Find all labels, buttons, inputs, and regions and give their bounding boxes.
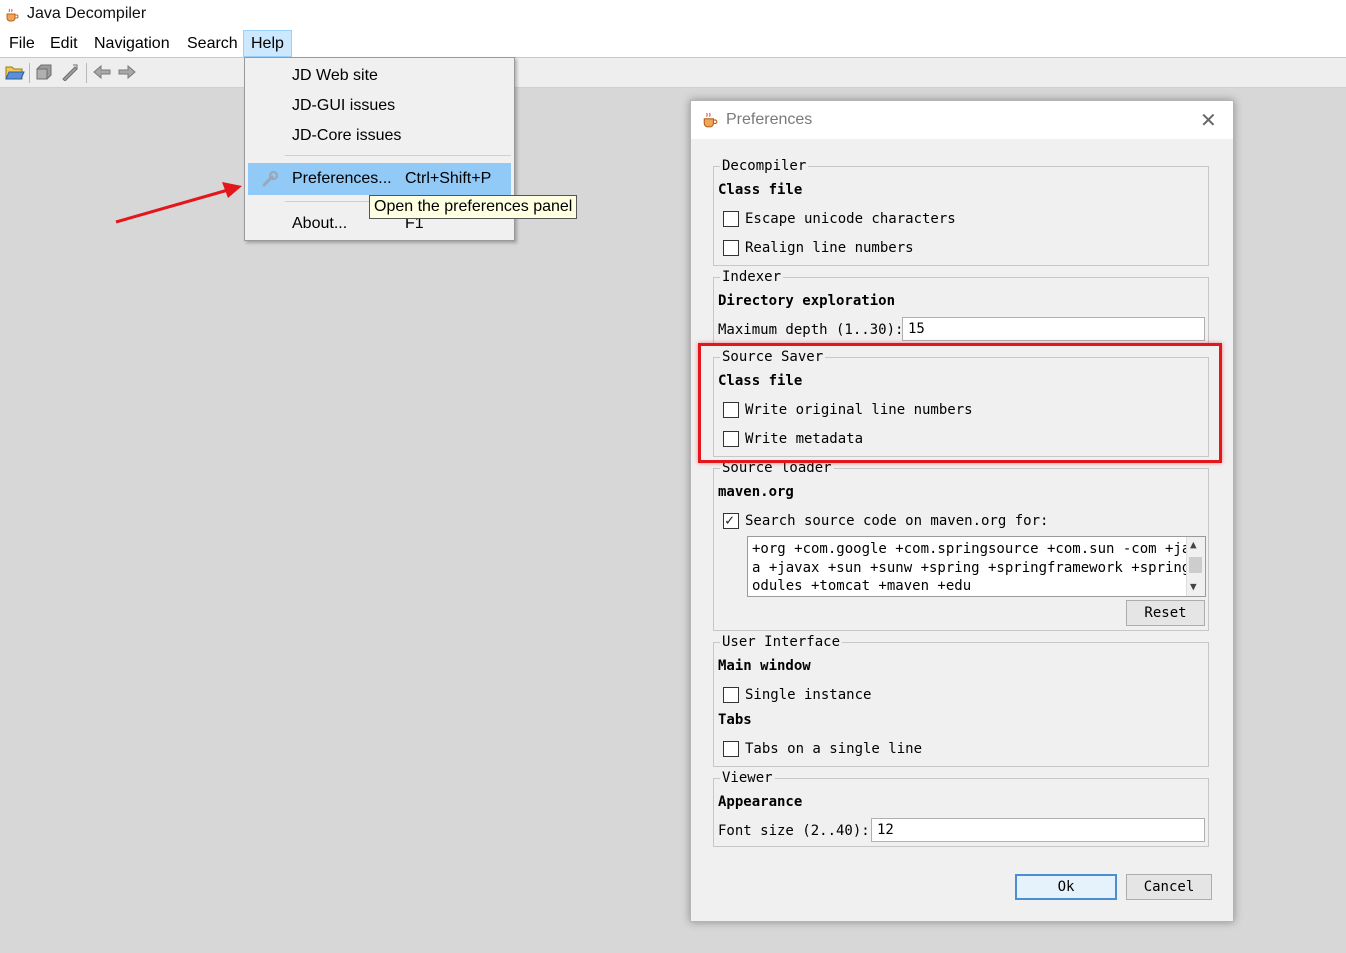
group-title: User Interface [720, 634, 843, 650]
group-subtitle: Appearance [718, 794, 803, 810]
reset-button[interactable]: Reset [1126, 600, 1205, 626]
indexer-group: Indexer Directory exploration Maximum de… [713, 269, 1209, 345]
toolbar-separator [29, 63, 30, 83]
forward-arrow-icon[interactable] [117, 63, 137, 81]
group-title: Decompiler [720, 158, 809, 174]
menu-item-label: JD Web site [292, 67, 378, 84]
checkbox-label: Write metadata [745, 431, 864, 447]
open-file-icon[interactable] [5, 63, 25, 81]
group-title: Viewer [720, 770, 775, 786]
menu-item-label: About... [292, 215, 348, 232]
maven-patterns-textarea[interactable]: +org +com.google +com.springsource +com.… [747, 536, 1206, 597]
toolbar-separator [86, 63, 87, 83]
scroll-down-icon[interactable]: ▼ [1190, 580, 1197, 593]
group-title: Source loader [720, 460, 834, 476]
wrench-icon [262, 170, 279, 187]
max-depth-label: Maximum depth (1..30): [718, 322, 904, 338]
menu-separator [285, 155, 511, 156]
close-icon[interactable]: ✕ [1200, 108, 1217, 133]
user-interface-group: User Interface Main window Single instan… [713, 634, 1209, 767]
scroll-up-icon[interactable]: ▲ [1190, 538, 1197, 551]
source-loader-group: Source loader maven.org ✓ Search source … [713, 460, 1209, 631]
group-subtitle: Class file [718, 373, 803, 389]
coffee-cup-icon [6, 8, 19, 22]
write-metadata-checkbox[interactable] [723, 431, 739, 447]
checkbox-label: Realign line numbers [745, 240, 914, 256]
tooltip: Open the preferences panel [369, 195, 578, 219]
menu-item-label: JD-GUI issues [292, 97, 396, 114]
menu-item-jd-core-issues[interactable]: JD-Core issues [245, 121, 514, 151]
menu-edit[interactable]: Edit [43, 33, 85, 55]
preferences-dialog: Preferences ✕ Decompiler Class file Esca… [690, 100, 1234, 922]
menu-item-preferences[interactable]: Preferences... Ctrl+Shift+P [248, 163, 511, 195]
group-subtitle: Class file [718, 182, 803, 198]
save-all-icon[interactable] [60, 63, 80, 81]
cancel-button[interactable]: Cancel [1126, 874, 1212, 900]
dialog-title: Preferences [726, 111, 813, 128]
window-title-bar: Java Decompiler [0, 0, 1346, 30]
checkbox-label: Single instance [745, 687, 872, 703]
checkbox-label: Tabs on a single line [745, 741, 923, 757]
back-arrow-icon[interactable] [92, 63, 112, 81]
menu-item-accelerator: Ctrl+Shift+P [405, 170, 492, 187]
decompiler-group: Decompiler Class file Escape unicode cha… [713, 158, 1209, 266]
menu-file[interactable]: File [2, 33, 42, 55]
menu-item-label: Preferences... [292, 170, 392, 187]
menu-item-label: JD-Core issues [292, 127, 402, 144]
menu-navigation[interactable]: Navigation [87, 33, 177, 55]
menu-search[interactable]: Search [180, 33, 245, 55]
menu-item-jd-gui-issues[interactable]: JD-GUI issues [245, 91, 514, 121]
coffee-cup-icon [703, 112, 718, 128]
menu-item-jd-web-site[interactable]: JD Web site [245, 61, 514, 91]
toolbar [0, 58, 1346, 88]
group-subtitle: Tabs [718, 712, 752, 728]
group-title: Indexer [720, 269, 784, 285]
group-subtitle: maven.org [718, 484, 794, 500]
realign-line-numbers-checkbox[interactable] [723, 240, 739, 256]
checkmark-icon: ✓ [725, 511, 735, 529]
vertical-scrollbar[interactable]: ▲ ▼ [1186, 537, 1205, 596]
viewer-group: Viewer Appearance Font size (2..40): 12 [713, 770, 1209, 847]
menu-help[interactable]: Help [243, 30, 292, 57]
font-size-input[interactable]: 12 [871, 818, 1205, 842]
save-icon[interactable] [35, 63, 55, 81]
patterns-text: +org +com.google +com.springsource +com.… [752, 541, 1199, 594]
group-subtitle: Main window [718, 658, 811, 674]
annotation-arrow [115, 182, 242, 224]
menu-bar: File Edit Navigation Search Help [0, 30, 1346, 58]
checkbox-label: Escape unicode characters [745, 211, 956, 227]
source-saver-group: Source Saver Class file Write original l… [713, 349, 1209, 457]
checkbox-label: Write original line numbers [745, 402, 973, 418]
font-size-label: Font size (2..40): [718, 823, 870, 839]
tabs-single-line-checkbox[interactable] [723, 741, 739, 757]
checkbox-label: Search source code on maven.org for: [745, 513, 1049, 529]
group-title: Source Saver [720, 349, 826, 365]
scroll-thumb[interactable] [1189, 557, 1202, 573]
search-source-checkbox[interactable]: ✓ [723, 511, 739, 529]
group-subtitle: Directory exploration [718, 293, 896, 309]
single-instance-checkbox[interactable] [723, 687, 739, 703]
dialog-title-bar: Preferences ✕ [691, 101, 1233, 139]
window-title: Java Decompiler [27, 5, 147, 22]
write-line-numbers-checkbox[interactable] [723, 402, 739, 418]
max-depth-input[interactable]: 15 [902, 317, 1205, 341]
ok-button[interactable]: Ok [1015, 874, 1117, 900]
escape-unicode-checkbox[interactable] [723, 211, 739, 227]
